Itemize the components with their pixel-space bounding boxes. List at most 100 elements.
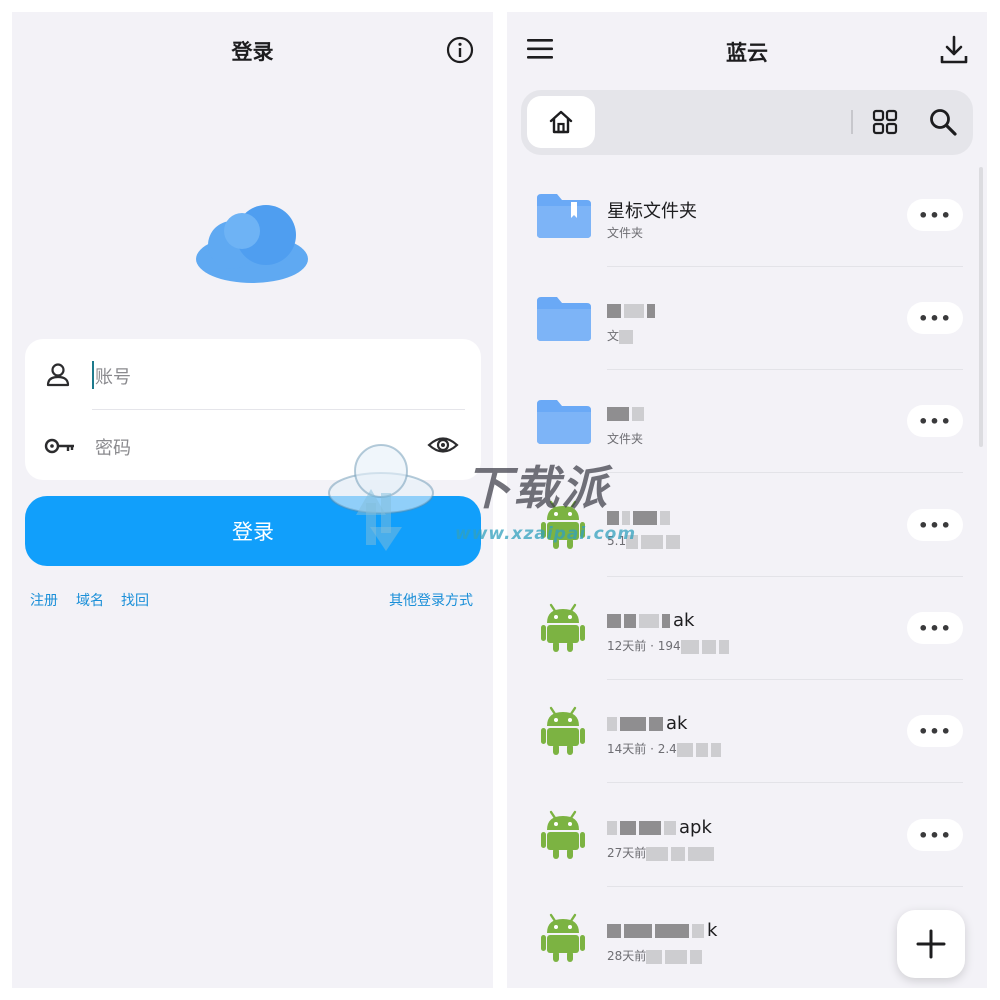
file-meta: 12天前 · 194 bbox=[607, 637, 732, 654]
file-name bbox=[607, 300, 658, 321]
more-options-button[interactable]: ••• bbox=[907, 405, 963, 437]
file-meta: 文件夹 bbox=[607, 224, 643, 241]
cloud-logo-icon bbox=[196, 205, 308, 283]
more-options-button[interactable]: ••• bbox=[907, 199, 963, 231]
file-meta: 文件夹 bbox=[607, 430, 643, 447]
file-name-text: 星标文件夹 bbox=[607, 201, 697, 222]
recover-link[interactable]: 找回 bbox=[121, 590, 149, 610]
file-meta: 27天前 bbox=[607, 844, 717, 861]
file-name-text: k bbox=[707, 920, 718, 941]
other-login-link[interactable]: 其他登录方式 bbox=[389, 590, 473, 610]
file-name: 星标文件夹 bbox=[607, 197, 697, 223]
redacted-text bbox=[680, 639, 699, 654]
file-meta-text: 12天前 · 194 bbox=[607, 639, 681, 653]
file-name: k bbox=[607, 920, 717, 941]
login-form: 账号 密码 bbox=[25, 339, 481, 480]
file-row[interactable]: ak 14天前 · 2.4 ••• bbox=[507, 680, 987, 783]
redacted-text bbox=[646, 949, 663, 964]
redacted-text bbox=[701, 639, 716, 654]
android-icon bbox=[541, 810, 585, 859]
row-divider bbox=[607, 782, 963, 783]
redacted-text bbox=[639, 614, 659, 628]
android-icon bbox=[541, 603, 585, 652]
file-meta: 28天前 bbox=[607, 947, 705, 964]
redacted-text bbox=[607, 511, 619, 525]
app-title: 蓝云 bbox=[726, 41, 768, 65]
file-row[interactable]: ak 12天前 · 194 ••• bbox=[507, 577, 987, 680]
row-divider bbox=[607, 472, 963, 473]
redacted-text bbox=[688, 846, 715, 861]
key-icon bbox=[44, 438, 74, 454]
eye-icon[interactable] bbox=[427, 430, 459, 460]
file-row[interactable]: 文 ••• bbox=[507, 267, 987, 370]
more-options-button[interactable]: ••• bbox=[907, 715, 963, 747]
file-row[interactable]: 星标文件夹 文件夹 ••• bbox=[507, 164, 987, 267]
password-input[interactable]: 密码 bbox=[95, 434, 131, 460]
file-row[interactable]: 5.1 ••• bbox=[507, 474, 987, 577]
file-meta: 文 bbox=[607, 327, 636, 344]
toolbar bbox=[521, 90, 973, 155]
search-icon[interactable] bbox=[927, 106, 959, 138]
file-name-text: ak bbox=[666, 713, 688, 734]
file-row[interactable]: 文件夹 ••• bbox=[507, 370, 987, 473]
home-icon bbox=[549, 110, 573, 134]
home-button[interactable] bbox=[527, 96, 595, 148]
redacted-text bbox=[607, 614, 621, 628]
redacted-text bbox=[671, 846, 686, 861]
file-row[interactable]: apk 27天前 ••• bbox=[507, 784, 987, 887]
account-input[interactable]: 账号 bbox=[95, 363, 131, 389]
info-circle-icon[interactable] bbox=[446, 36, 474, 64]
login-button[interactable]: 登录 bbox=[25, 496, 481, 566]
redacted-text bbox=[664, 821, 676, 835]
toolbar-separator bbox=[851, 110, 853, 134]
file-name: ak bbox=[607, 713, 687, 734]
download-icon[interactable] bbox=[939, 34, 969, 66]
redacted-text bbox=[655, 924, 689, 938]
redacted-text bbox=[676, 742, 693, 757]
text-caret bbox=[92, 361, 94, 389]
redacted-text bbox=[633, 511, 657, 525]
android-icon bbox=[541, 706, 585, 755]
add-button[interactable] bbox=[897, 910, 965, 978]
redacted-text bbox=[639, 821, 661, 835]
redacted-text bbox=[620, 821, 636, 835]
register-link[interactable]: 注册 bbox=[30, 590, 58, 610]
file-name-text: apk bbox=[679, 817, 712, 838]
redacted-text bbox=[660, 511, 670, 525]
plus-icon bbox=[916, 929, 946, 959]
redacted-text bbox=[607, 304, 621, 318]
redacted-text bbox=[718, 639, 729, 654]
file-browser-screen: 蓝云 星标文件夹 文件夹 ••• 文 ••• 文件夹 ••• 5.1 ••• a… bbox=[507, 12, 987, 988]
redacted-text bbox=[695, 742, 708, 757]
file-meta-text: 文 bbox=[607, 329, 620, 343]
more-options-button[interactable]: ••• bbox=[907, 612, 963, 644]
file-meta-text: 文件夹 bbox=[607, 432, 644, 446]
more-options-button[interactable]: ••• bbox=[907, 302, 963, 334]
file-name bbox=[607, 507, 673, 528]
file-name: ak bbox=[607, 610, 694, 631]
redacted-text bbox=[607, 407, 629, 421]
redacted-text bbox=[626, 534, 639, 549]
redacted-text bbox=[692, 924, 704, 938]
file-meta-text: 5.1 bbox=[607, 534, 627, 548]
redacted-text bbox=[607, 924, 621, 938]
divider bbox=[92, 409, 465, 410]
redacted-text bbox=[624, 304, 644, 318]
user-icon bbox=[46, 363, 70, 387]
redacted-text bbox=[649, 717, 663, 731]
folder-icon bbox=[537, 297, 591, 341]
more-options-button[interactable]: ••• bbox=[907, 509, 963, 541]
redacted-text bbox=[710, 742, 721, 757]
file-name-text: ak bbox=[673, 610, 695, 631]
folder-icon bbox=[537, 400, 591, 444]
file-meta: 5.1 bbox=[607, 534, 683, 549]
redacted-text bbox=[632, 407, 644, 421]
more-options-button[interactable]: ••• bbox=[907, 819, 963, 851]
redacted-text bbox=[622, 511, 630, 525]
redacted-text bbox=[641, 534, 664, 549]
header: 蓝云 bbox=[507, 12, 987, 90]
page-title: 登录 bbox=[231, 40, 274, 64]
grid-view-icon[interactable] bbox=[871, 108, 899, 136]
file-meta-text: 27天前 bbox=[607, 846, 647, 860]
domain-link[interactable]: 域名 bbox=[76, 590, 104, 610]
